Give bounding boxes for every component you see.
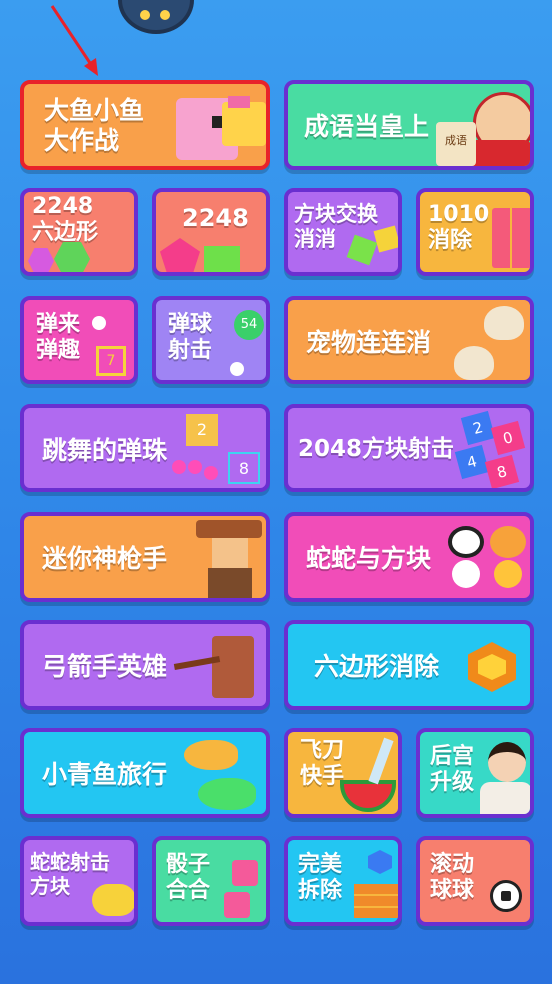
game-tile-snake-and-blocks[interactable]: 蛇蛇与方块 (284, 512, 534, 602)
number-tile: 0 (490, 420, 526, 456)
dice-icon (224, 892, 250, 918)
ball-icon (92, 316, 106, 330)
game-title: 跳舞的弹珠 (42, 436, 168, 465)
game-tile-little-green-fish[interactable]: 小青鱼旅行 (20, 728, 270, 818)
snake-icon (92, 884, 134, 916)
game-title: 弹球 射击 (168, 312, 213, 364)
game-tile-2048-block-shoot[interactable]: 2048方块射击 2 0 4 8 (284, 404, 534, 492)
game-title: 2248 (182, 204, 249, 232)
marble-icon (172, 460, 186, 474)
game-title: 迷你神枪手 (42, 544, 168, 573)
fish-icon (184, 740, 238, 770)
game-title: 2248 六边形 (32, 194, 99, 246)
game-tile-dice-merge[interactable]: 骰子 合合 (152, 836, 270, 926)
hex-bolt-icon (368, 850, 392, 874)
fish-icon (222, 96, 266, 146)
game-tile-snake-shoot-blocks[interactable]: 蛇蛇射击 方块 (20, 836, 138, 926)
tile-number: 8 (495, 462, 509, 482)
game-title: 成语当皇上 (304, 112, 430, 141)
game-title: 滚动 球球 (430, 852, 475, 904)
game-tile-ball-shooter[interactable]: 弹球 射击 54 (152, 296, 270, 384)
game-title: 弓箭手英雄 (42, 652, 168, 681)
tile-number: 2 (196, 420, 208, 439)
block-grid-icon (492, 208, 530, 268)
game-tile-rolling-ball[interactable]: 滚动 球球 (416, 836, 534, 926)
die-number: 7 (106, 353, 116, 369)
game-tile-idiom-emperor[interactable]: 成语当皇上 成语 (284, 80, 534, 170)
number-tile: 8 (228, 452, 260, 484)
block-stack-icon (354, 884, 398, 918)
game-tile-big-fish[interactable]: 大鱼小鱼 大作战 (20, 80, 270, 170)
die-icon: 7 (96, 346, 126, 376)
annotation-arrow (50, 5, 98, 76)
hexagon-icon (54, 242, 90, 272)
tile-number: 2 (471, 418, 485, 438)
game-title: 弹来 弹趣 (36, 312, 81, 364)
cowboy-body-icon (208, 568, 252, 598)
top-app-icon[interactable] (118, 0, 194, 34)
game-title: 飞刀 快手 (300, 738, 345, 790)
game-tile-2248-hexagon[interactable]: 2248 六边形 (20, 188, 138, 276)
eye-icon (160, 10, 170, 20)
game-tile-mini-gunslinger[interactable]: 迷你神枪手 (20, 512, 270, 602)
archer-icon (212, 636, 254, 698)
ball-icon (230, 362, 244, 376)
game-tile-2248[interactable]: 2248 (152, 188, 270, 276)
ball-icon (452, 560, 480, 588)
game-title: 骰子 合合 (166, 852, 211, 904)
soccer-ball-icon (490, 880, 522, 912)
game-title: 蛇蛇与方块 (306, 544, 432, 573)
count-badge: 54 (234, 310, 264, 340)
count-text: 54 (240, 317, 258, 332)
game-tile-flying-knife[interactable]: 飞刀 快手 (284, 728, 402, 818)
fish-icon (198, 778, 256, 810)
tiger-icon (490, 526, 526, 558)
game-tile-bounce-fun[interactable]: 弹来 弹趣 7 (20, 296, 138, 384)
game-tile-pet-link[interactable]: 宠物连连消 (284, 296, 534, 384)
cowboy-icon (196, 520, 262, 538)
empress-icon (488, 742, 526, 782)
number-tile: 2 (186, 414, 218, 446)
tile-number: 8 (238, 459, 250, 478)
game-title: 大鱼小鱼 大作战 (44, 96, 145, 155)
pet-icon (484, 306, 524, 340)
watermelon-icon (340, 780, 396, 812)
game-tile-1010-eliminate[interactable]: 1010 消除 (416, 188, 534, 276)
game-title: 小青鱼旅行 (42, 760, 168, 789)
block-icon (204, 246, 240, 272)
hexagon-gem-icon (468, 642, 516, 692)
pet-icon (454, 346, 494, 380)
knife-icon (368, 737, 394, 785)
empress-robe-icon (480, 782, 530, 814)
game-tile-archer-hero[interactable]: 弓箭手英雄 (20, 620, 270, 710)
scroll-text: 成语 (445, 134, 467, 147)
game-tile-dancing-marbles[interactable]: 跳舞的弹珠 2 8 (20, 404, 270, 492)
game-tile-palace-upgrade[interactable]: 后宫 升级 (416, 728, 534, 818)
number-tile: 8 (484, 454, 520, 488)
tile-number: 4 (465, 452, 479, 472)
game-tile-hexagon-eliminate[interactable]: 六边形消除 (284, 620, 534, 710)
dice-icon (232, 860, 258, 886)
cowboy-face-icon (212, 538, 248, 568)
game-tile-perfect-demolition[interactable]: 完美 拆除 (284, 836, 402, 926)
pentagon-icon (160, 238, 200, 272)
game-title: 后宫 升级 (430, 744, 475, 796)
block-icon (373, 225, 398, 253)
hexagon-icon (28, 248, 54, 272)
panda-icon (448, 526, 484, 558)
game-title: 六边形消除 (314, 652, 440, 681)
ball-icon (494, 560, 522, 588)
eye-icon (140, 10, 150, 20)
tile-number: 0 (501, 428, 515, 448)
scroll-icon: 成语 (436, 122, 476, 166)
game-title: 完美 拆除 (298, 852, 343, 904)
game-title: 2048方块射击 (298, 436, 455, 462)
game-tile-block-swap[interactable]: 方块交换 消消 (284, 188, 402, 276)
game-title: 宠物连连消 (306, 328, 432, 357)
game-title: 1010 消除 (428, 202, 490, 254)
